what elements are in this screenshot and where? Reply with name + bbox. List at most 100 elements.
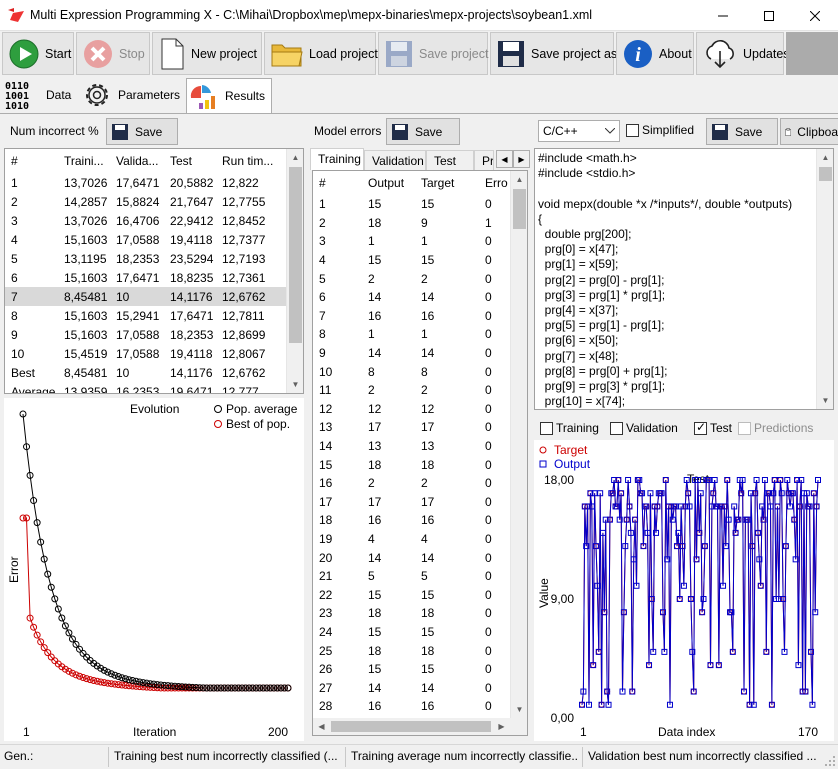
checkbox-box[interactable] [738, 422, 751, 436]
table-row[interactable]: 21 5 5 0 [313, 567, 509, 586]
scroll-thumb[interactable] [331, 721, 491, 732]
code-textbox[interactable]: #include <math.h> #include <stdio.h> void… [534, 148, 834, 410]
table-row[interactable]: 1 13,7026 17,6471 20,5882 12,822 [5, 173, 286, 192]
test-checkbox[interactable]: Test [694, 420, 732, 436]
minimize-button[interactable] [700, 0, 746, 31]
table-cell: 12,7377 [222, 232, 266, 247]
model-errors-table[interactable]: # Output Target Erro 1 15 15 0 2 18 9 1 3 1 1 0 4 15 15 0 5… [312, 170, 528, 736]
table-row[interactable]: 8 15,1603 15,2941 17,6471 12,7811 [5, 306, 286, 325]
tab-scroll-right[interactable]: ▶ [513, 150, 530, 168]
table-row[interactable]: Best 8,45481 10 14,1176 12,6762 [5, 363, 286, 382]
scroll-up-arrow[interactable]: ▲ [287, 149, 303, 166]
table-cell: 10 [11, 346, 25, 361]
table-row[interactable]: 19 4 4 0 [313, 530, 509, 549]
table-row[interactable]: 10 15,4519 17,0588 19,4118 12,8067 [5, 344, 286, 363]
tab-validation[interactable]: Validation [364, 150, 426, 170]
scroll-down-arrow[interactable]: ▼ [817, 392, 833, 409]
updates-button[interactable]: Updates [696, 32, 790, 75]
training-checkbox[interactable]: Training [540, 421, 599, 436]
table-row[interactable]: 9 15,1603 17,0588 18,2353 12,8699 [5, 325, 286, 344]
table-row[interactable]: 17 17 17 0 [313, 493, 509, 512]
predictions-checkbox[interactable]: Predictions [738, 421, 813, 436]
clipboard-button[interactable]: Clipboa [780, 118, 838, 145]
close-button[interactable] [792, 0, 838, 31]
table-row[interactable]: 28 16 16 0 [313, 697, 509, 716]
table-row[interactable]: 7 8,45481 10 14,1176 12,6762 [5, 287, 286, 306]
table-row[interactable]: 23 18 18 0 [313, 604, 509, 623]
table-row[interactable]: 12 12 12 0 [313, 400, 509, 419]
table-row[interactable]: Average 13,9359 16,2353 19,6471 12,777 [5, 382, 286, 394]
table-row[interactable]: 26 15 15 0 [313, 660, 509, 679]
simplified-checkbox[interactable]: Simplified [626, 123, 694, 138]
save-project-as-button[interactable]: Save project as [490, 32, 617, 75]
table-row[interactable]: 3 13,7026 16,4706 22,9412 12,8452 [5, 211, 286, 230]
table-row[interactable]: 16 2 2 0 [313, 474, 509, 493]
tab-scroll-left[interactable]: ◀ [496, 150, 513, 168]
table-row[interactable]: 11 2 2 0 [313, 381, 509, 400]
tab-pr[interactable]: Pr [474, 150, 494, 170]
table-row[interactable]: 4 15 15 0 [313, 251, 509, 270]
errors-hscroll[interactable]: ◀ ▶ [313, 718, 527, 735]
tab-data[interactable]: 0110 1001 1010 Data [4, 78, 76, 112]
table-row[interactable]: 8 1 1 0 [313, 325, 509, 344]
scroll-down-arrow[interactable]: ▼ [511, 701, 527, 718]
table-cell: 21 [319, 569, 333, 584]
scroll-right-arrow[interactable]: ▶ [493, 718, 510, 735]
resize-grip-icon[interactable] [824, 755, 836, 767]
language-select[interactable]: C/C++ [538, 120, 620, 142]
code-vscroll[interactable]: ▲ ▼ [816, 149, 833, 409]
validation-checkbox[interactable]: Validation [610, 421, 678, 436]
save-project-button[interactable]: Save project [378, 32, 488, 75]
checkbox-box[interactable] [540, 422, 553, 436]
table-row[interactable]: 2 18 9 1 [313, 214, 509, 233]
table-row[interactable]: 6 15,1603 17,6471 18,8235 12,7361 [5, 268, 286, 287]
table-row[interactable]: 14 13 13 0 [313, 437, 509, 456]
table-row[interactable]: 22 15 15 0 [313, 585, 509, 604]
table-row[interactable]: 15 18 18 0 [313, 455, 509, 474]
table-row[interactable]: 10 8 8 0 [313, 362, 509, 381]
table-row[interactable]: 9 14 14 0 [313, 344, 509, 363]
about-button[interactable]: i About [616, 32, 694, 75]
load-project-button[interactable]: Load project [264, 32, 378, 75]
scroll-thumb[interactable] [513, 189, 526, 229]
save-errors-button[interactable]: Save [386, 118, 460, 145]
table-row[interactable]: 3 1 1 0 [313, 232, 509, 251]
scroll-up-arrow[interactable]: ▲ [511, 171, 527, 188]
table-row[interactable]: 1 15 15 0 [313, 195, 509, 214]
save-code-button[interactable]: Save [706, 118, 778, 145]
table-cell: 9 [421, 215, 428, 230]
table-row[interactable]: 18 16 16 0 [313, 511, 509, 530]
table-row[interactable]: 2 14,2857 15,8824 21,7647 12,7755 [5, 192, 286, 211]
maximize-button[interactable] [746, 0, 792, 31]
tab-training[interactable]: Training [310, 148, 364, 170]
table-row[interactable]: 13 17 17 0 [313, 418, 509, 437]
new-project-button[interactable]: New project [152, 32, 262, 75]
checkbox-box[interactable] [610, 422, 623, 436]
errors-vscroll[interactable]: ▲ ▼ [510, 171, 527, 718]
table-row[interactable]: 4 15,1603 17,0588 19,4118 12,7377 [5, 230, 286, 249]
start-button[interactable]: Start [2, 32, 74, 75]
tab-parameters[interactable]: Parameters [80, 78, 184, 112]
table-row[interactable]: 25 18 18 0 [313, 641, 509, 660]
table-row[interactable]: 27 14 14 0 [313, 678, 509, 697]
tab-results[interactable]: Results [186, 78, 272, 113]
table-row[interactable]: 5 2 2 0 [313, 269, 509, 288]
tab-test[interactable]: Test [426, 150, 474, 170]
table-row[interactable]: 5 13,1195 18,2353 23,5294 12,7193 [5, 249, 286, 268]
save-stats-button[interactable]: Save [106, 118, 178, 145]
table-row[interactable]: 6 14 14 0 [313, 288, 509, 307]
runs-table-vscroll[interactable]: ▲ ▼ [286, 149, 303, 393]
scroll-thumb[interactable] [819, 167, 832, 181]
scroll-down-arrow[interactable]: ▼ [287, 376, 303, 393]
table-row[interactable]: 7 16 16 0 [313, 307, 509, 326]
stop-button[interactable]: Stop [76, 32, 150, 75]
table-row[interactable]: 20 14 14 0 [313, 548, 509, 567]
simplified-checkbox-box[interactable] [626, 124, 639, 138]
table-row[interactable]: 24 15 15 0 [313, 623, 509, 642]
checkbox-box[interactable] [694, 420, 707, 436]
code-line: prg[10] = x[74]; [538, 394, 626, 409]
scroll-left-arrow[interactable]: ◀ [313, 718, 330, 735]
scroll-up-arrow[interactable]: ▲ [817, 149, 833, 166]
runs-table[interactable]: # Traini... Valida... Test Run tim... 1 13,70… [4, 148, 304, 394]
scroll-thumb[interactable] [289, 167, 302, 343]
